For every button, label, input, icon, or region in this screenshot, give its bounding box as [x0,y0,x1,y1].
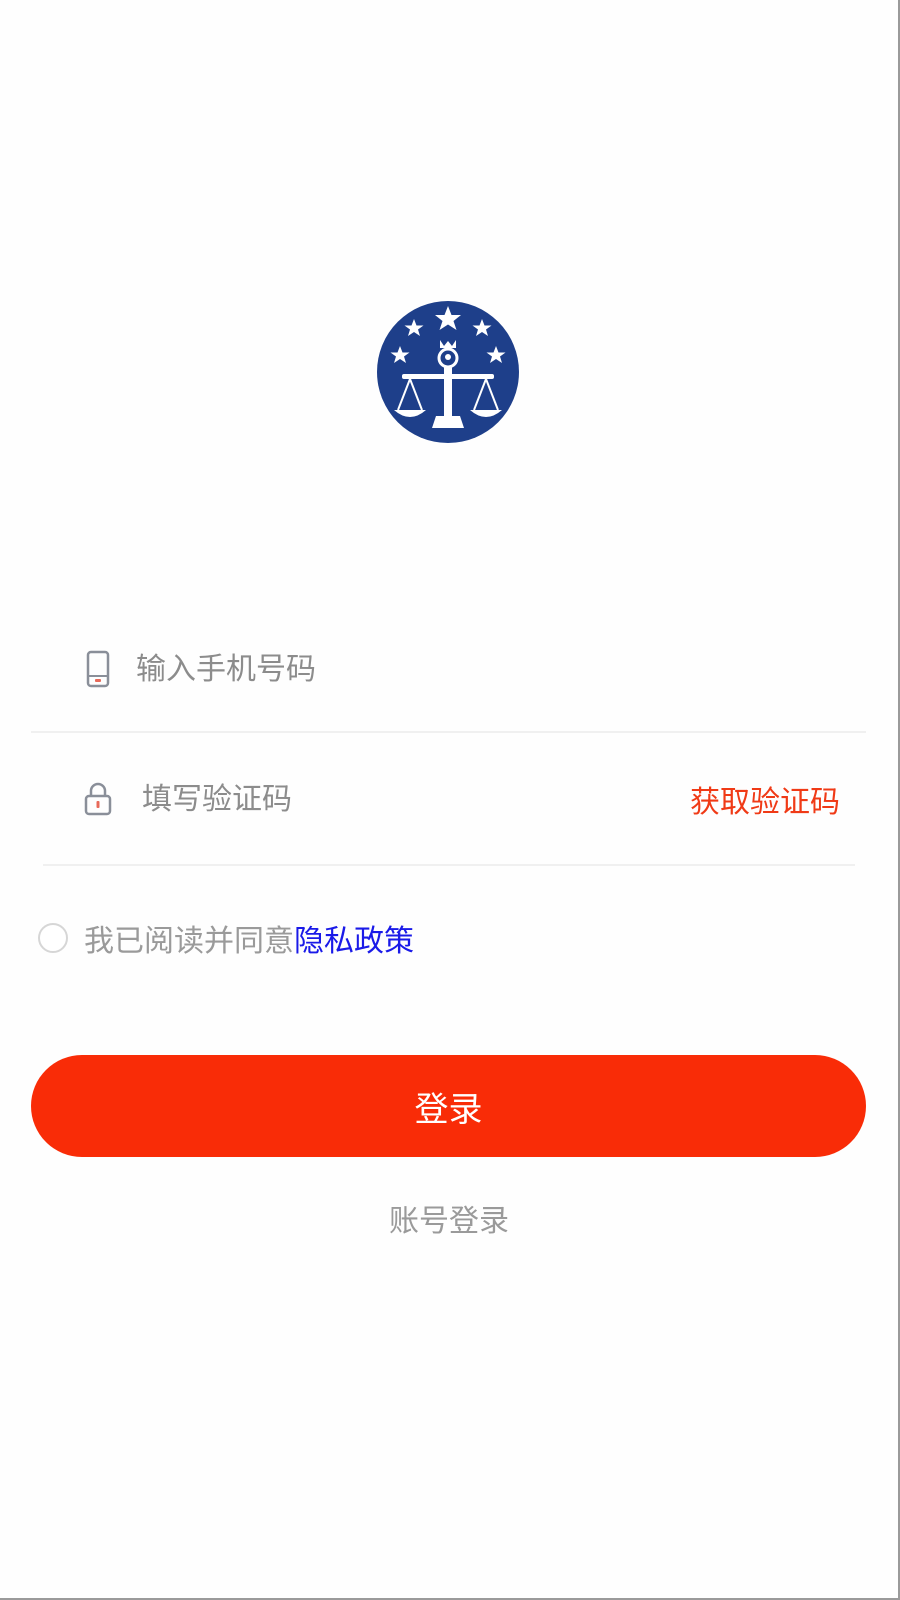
divider [43,864,855,866]
divider [31,731,866,733]
account-login-link[interactable]: 账号登录 [0,1196,898,1240]
verification-code-row: 获取验证码 [84,770,840,828]
login-button[interactable]: 登录 [31,1055,866,1157]
mobile-phone-icon [84,649,112,689]
lock-icon [84,779,112,819]
login-screen: 获取验证码 我已阅读并同意 隐私政策 登录 账号登录 [0,0,900,1600]
scales-of-justice-emblem-icon [376,300,520,444]
verification-code-input[interactable] [142,775,622,823]
privacy-agreement-row: 我已阅读并同意 隐私政策 [38,916,414,960]
phone-number-input[interactable] [136,645,736,693]
phone-number-row [84,640,864,698]
privacy-policy-link[interactable]: 隐私政策 [294,916,414,960]
agreement-text: 我已阅读并同意 [84,924,294,959]
get-verification-code-button[interactable]: 获取验证码 [690,777,840,821]
agreement-checkbox[interactable] [38,923,68,953]
